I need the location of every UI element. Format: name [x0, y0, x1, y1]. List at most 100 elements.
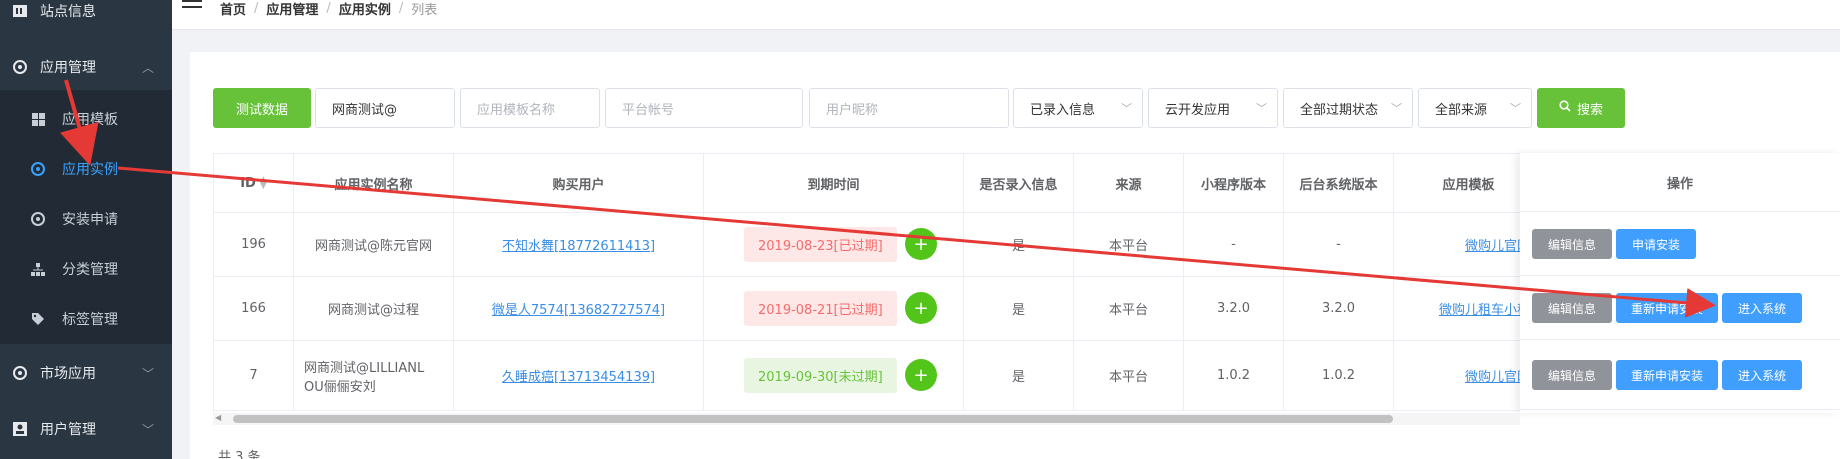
column-header-name: 应用实例名称 [294, 154, 454, 213]
name-line: OU俪俪安刘 [304, 379, 376, 395]
expiry-badge: 2019-08-21[已过期] [744, 291, 897, 326]
chevron-down-icon: ﹀ [1391, 102, 1402, 115]
column-header-id[interactable]: ID ▲ ▼ [214, 154, 294, 213]
breadcrumb-app-mgmt[interactable]: 应用管理 [266, 0, 318, 18]
install-icon [30, 211, 46, 227]
app-instance-icon [30, 161, 46, 177]
sidebar-item-label: 应用实例 [62, 162, 118, 178]
top-bar: 首页 / 应用管理 / 应用实例 / 列表 [172, 0, 1840, 30]
sidebar-item-install-request[interactable]: 安装申请 [0, 195, 172, 243]
chevron-down-icon: ﹀ [141, 422, 154, 437]
select-value: 全部来源 [1435, 102, 1488, 118]
reapply-install-button[interactable]: 重新申请安装 [1616, 360, 1718, 390]
sidebar: 站点信息 应用管理 ︿ 应用模板 应用实例 安装申请 分类管理 标签管理 市场应… [0, 0, 172, 459]
sort-icon[interactable]: ▲ ▼ [260, 176, 267, 191]
reapply-install-button[interactable]: 重新申请安装 [1616, 293, 1718, 323]
cell-source: 本平台 [1074, 277, 1184, 341]
select-value: 全部过期状态 [1300, 102, 1379, 118]
sidebar-item-label: 市场应用 [40, 366, 96, 382]
breadcrumb: 首页 / 应用管理 / 应用实例 / 列表 [220, 0, 438, 18]
cell-id: 7 [214, 341, 294, 411]
sidebar-item-label: 应用管理 [40, 60, 96, 76]
sidebar-item-category[interactable]: 分类管理 [0, 245, 172, 293]
cell-entered: 是 [964, 341, 1074, 411]
sidebar-item-tags[interactable]: 标签管理 [0, 295, 172, 343]
sidebar-item-app-mgmt[interactable]: 应用管理 ︿ [0, 42, 172, 92]
header-label: ID [240, 175, 256, 191]
expiry-badge: 2019-09-30[未过期] [744, 358, 897, 393]
sidebar-item-label: 安装申请 [62, 212, 118, 228]
edit-info-button[interactable]: 编辑信息 [1532, 360, 1612, 390]
sidebar-item-users[interactable]: 用户管理 ﹀ [0, 404, 172, 454]
sidebar-item-app-template[interactable]: 应用模板 [0, 95, 172, 143]
nickname-input[interactable]: 用户昵称 [809, 88, 1009, 128]
cell-backend-version: 1.0.2 [1284, 341, 1394, 411]
chevron-down-icon: ﹀ [1510, 102, 1521, 115]
sidebar-item-label: 站点信息 [40, 4, 96, 20]
edit-info-button[interactable]: 编辑信息 [1532, 293, 1612, 323]
site-info-icon [12, 3, 28, 19]
enter-system-button[interactable]: 进入系统 [1722, 293, 1802, 323]
enter-system-button[interactable]: 进入系统 [1722, 360, 1802, 390]
cell-source: 本平台 [1074, 341, 1184, 411]
user-link[interactable]: 不知水舞[18772611413] [502, 235, 655, 254]
breadcrumb-separator: / [398, 0, 404, 16]
user-link[interactable]: 微是人7574[13682727574] [492, 299, 665, 318]
column-header-expiry: 到期时间 [704, 154, 964, 213]
sitemap-icon [30, 261, 46, 277]
cell-source: 本平台 [1074, 213, 1184, 277]
renew-plus-button[interactable]: + [905, 359, 937, 391]
operations-column: 操作 编辑信息 申请安装 编辑信息 重新申请安装 进入系统 编辑信息 重新申请安… [1520, 153, 1840, 413]
tag-icon [30, 311, 46, 327]
template-name-input[interactable]: 应用模板名称 [460, 88, 600, 128]
cell-user: 微是人7574[13682727574] [454, 277, 704, 341]
column-header-user: 购买用户 [454, 154, 704, 213]
search-button[interactable]: 搜索 [1537, 88, 1625, 128]
cell-backend-version: - [1284, 213, 1394, 277]
instance-name-input[interactable]: 网商测试@ [315, 88, 455, 128]
name-line: 网商测试@LILLIANL [304, 360, 425, 376]
cell-mini-version: 3.2.0 [1184, 277, 1284, 341]
cell-name: 网商测试@过程 [294, 277, 454, 341]
platform-account-input[interactable]: 平台帐号 [605, 88, 803, 128]
cell-backend-version: 3.2.0 [1284, 277, 1394, 341]
info-status-select[interactable]: 已录入信息 ﹀ [1013, 88, 1143, 128]
column-header-mini-version: 小程序版本 [1184, 154, 1284, 213]
cell-id: 166 [214, 277, 294, 341]
column-header-entered: 是否录入信息 [964, 154, 1074, 213]
renew-plus-button[interactable]: + [905, 292, 937, 324]
sidebar-item-site-info[interactable]: 站点信息 [0, 0, 172, 36]
breadcrumb-current: 列表 [411, 2, 438, 18]
breadcrumb-app-instance[interactable]: 应用实例 [339, 0, 391, 18]
edit-info-button[interactable]: 编辑信息 [1532, 229, 1612, 259]
column-header-source: 来源 [1074, 154, 1184, 213]
breadcrumb-separator: / [254, 0, 259, 16]
select-value: 已录入信息 [1030, 102, 1096, 118]
source-select[interactable]: 全部来源 ﹀ [1418, 88, 1532, 128]
expiry-status-select[interactable]: 全部过期状态 ﹀ [1283, 88, 1413, 128]
dev-type-select[interactable]: 云开发应用 ﹀ [1148, 88, 1278, 128]
apply-install-button[interactable]: 申请安装 [1616, 229, 1696, 259]
test-data-button[interactable]: 测试数据 [213, 88, 311, 128]
chevron-down-icon: ﹀ [1121, 102, 1132, 115]
scroll-left-arrow-icon[interactable]: ◀ [215, 413, 221, 422]
market-icon [12, 365, 28, 381]
renew-plus-button[interactable]: + [905, 228, 937, 260]
breadcrumb-separator: / [326, 0, 331, 16]
select-value: 云开发应用 [1165, 102, 1231, 118]
breadcrumb-home[interactable]: 首页 [220, 0, 246, 18]
sidebar-item-market[interactable]: 市场应用 ﹀ [0, 348, 172, 398]
cell-user: 久睡成癌[13713454139] [454, 341, 704, 411]
horizontal-scrollbar[interactable]: ◀ [213, 413, 1520, 425]
cell-entered: 是 [964, 213, 1074, 277]
search-icon [1559, 100, 1571, 116]
sidebar-item-label: 分类管理 [62, 262, 118, 278]
cell-entered: 是 [964, 277, 1074, 341]
user-link[interactable]: 久睡成癌[13713454139] [502, 366, 655, 385]
menu-toggle-icon[interactable] [182, 0, 202, 14]
sidebar-item-app-instance[interactable]: 应用实例 [0, 145, 172, 193]
cell-mini-version: 1.0.2 [1184, 341, 1284, 411]
expiry-badge: 2019-08-23[已过期] [744, 227, 897, 262]
cell-name: 网商测试@LILLIANL OU俪俪安刘 [294, 341, 454, 411]
scrollbar-thumb[interactable] [233, 415, 1393, 423]
